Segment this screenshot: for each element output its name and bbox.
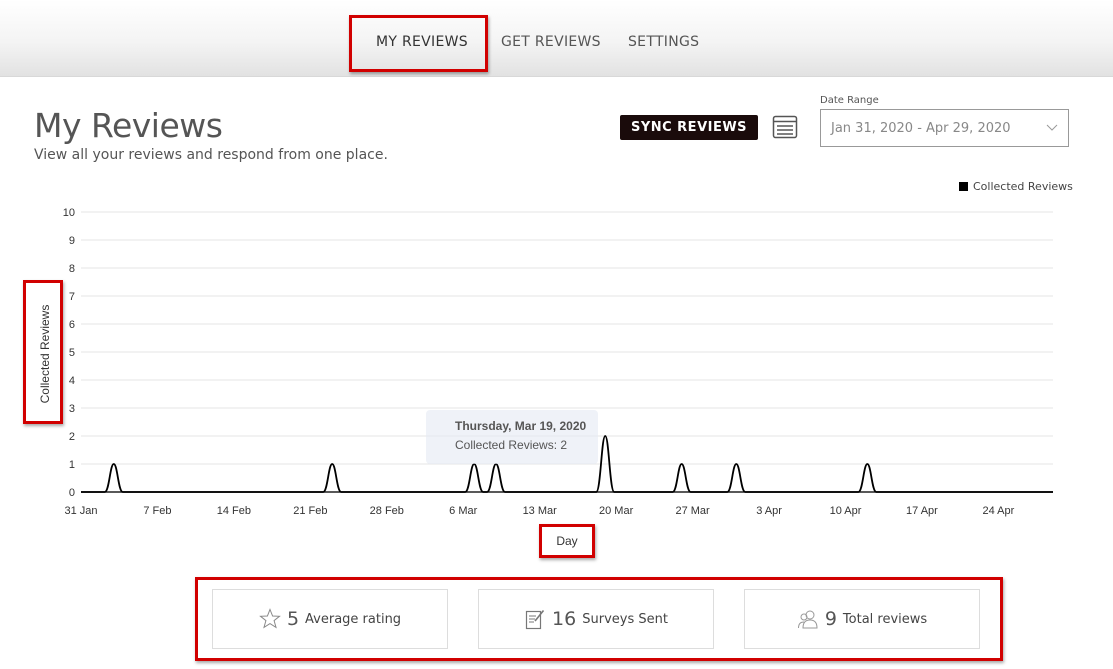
highlight-x-axis-label — [539, 524, 595, 558]
tooltip-value: Collected Reviews: 2 — [455, 438, 568, 452]
highlight-y-axis-label — [23, 280, 63, 424]
x-tick-label: 3 Apr — [756, 505, 782, 517]
x-tick-label: 21 Feb — [293, 505, 327, 517]
x-tick-label: 13 Mar — [523, 505, 558, 517]
highlight-stat-cards — [195, 577, 1003, 661]
x-tick-label: 10 Apr — [830, 505, 862, 517]
y-tick-label: 10 — [63, 207, 75, 219]
x-tick-label: 7 Feb — [143, 505, 171, 517]
x-tick-label: 28 Feb — [370, 505, 404, 517]
y-axis-ticks: 0 1 2 3 4 5 6 7 8 9 10 — [63, 207, 75, 499]
chart-tooltip: Thursday, Mar 19, 2020 Collected Reviews… — [426, 410, 598, 464]
x-tick-label: 17 Apr — [906, 505, 938, 517]
x-tick-label: 24 Apr — [982, 505, 1014, 517]
x-axis-ticks: 31 Jan 7 Feb 14 Feb 21 Feb 28 Feb 6 Mar 13 Mar… — [64, 505, 1014, 517]
x-tick-label: 6 Mar — [449, 505, 477, 517]
y-tick-label: 6 — [69, 319, 75, 331]
x-tick-label: 14 Feb — [217, 505, 251, 517]
y-tick-label: 7 — [69, 291, 75, 303]
x-tick-label: 31 Jan — [64, 505, 97, 517]
y-tick-label: 8 — [69, 263, 75, 275]
y-tick-label: 3 — [69, 403, 75, 415]
y-tick-label: 2 — [69, 431, 75, 443]
y-tick-label: 1 — [69, 459, 75, 471]
y-tick-label: 5 — [69, 347, 75, 359]
x-tick-label: 27 Mar — [675, 505, 710, 517]
y-tick-label: 9 — [69, 235, 75, 247]
y-tick-label: 0 — [69, 487, 75, 499]
x-tick-label: 20 Mar — [599, 505, 634, 517]
y-tick-label: 4 — [69, 375, 75, 387]
reviews-chart: 0 1 2 3 4 5 6 7 8 9 10 31 Jan 7 Feb 14 Feb 21 Feb 28 F… — [38, 207, 1053, 517]
tooltip-date: Thursday, Mar 19, 2020 — [455, 419, 587, 433]
